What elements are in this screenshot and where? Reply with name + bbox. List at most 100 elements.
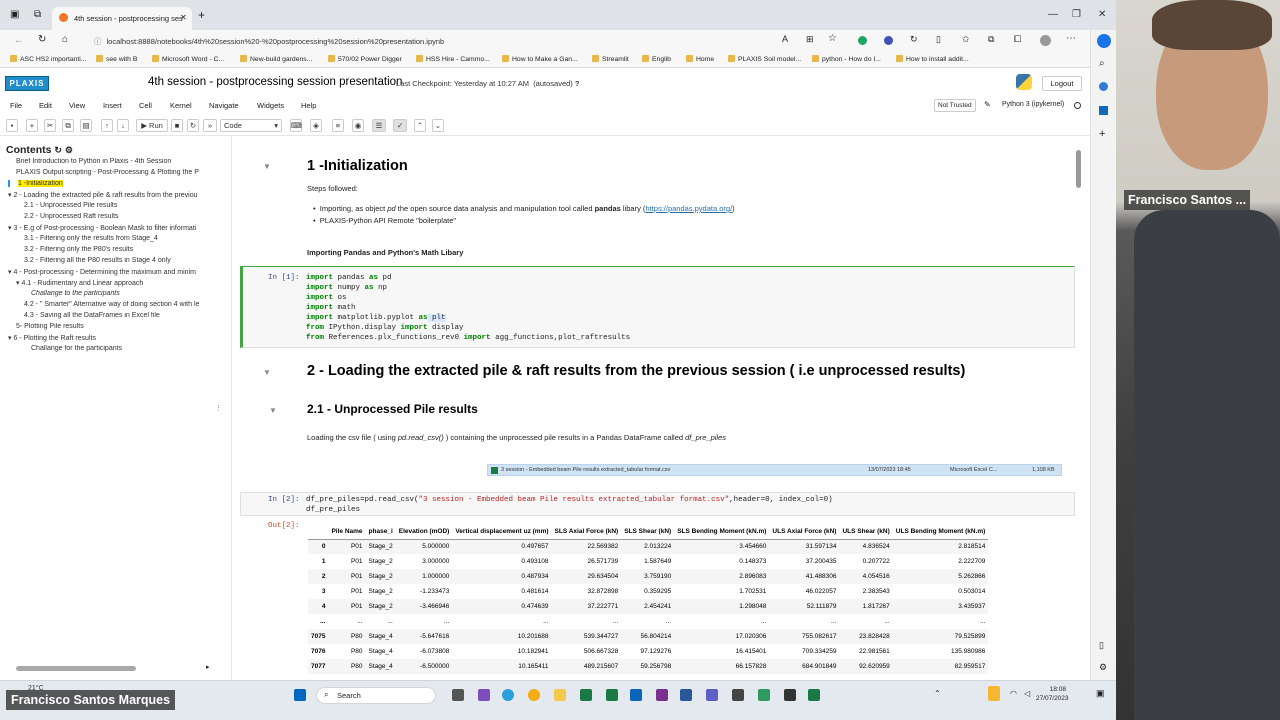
excel-app-icon[interactable] — [580, 689, 592, 701]
volume-icon[interactable]: ◁ — [1024, 689, 1030, 698]
cell-type-select[interactable]: Code ▾ — [220, 119, 282, 132]
menu-insert[interactable]: Insert — [103, 101, 122, 110]
restart-icon[interactable]: ↻ — [187, 119, 199, 132]
save-icon[interactable]: ▪ — [6, 119, 18, 132]
workspaces-icon[interactable]: ▣ — [10, 9, 19, 20]
extensions-icon[interactable]: ⧠ — [1014, 34, 1021, 45]
bookmark-item[interactable]: see with B — [96, 55, 137, 63]
not-trusted-badge[interactable]: Not Trusted — [934, 99, 976, 112]
back-icon[interactable]: ← — [14, 35, 24, 46]
pandas-link[interactable]: https://pandas.pydata.org/ — [645, 204, 732, 213]
notebook-title[interactable]: 4th session - postprocessing session pre… — [148, 76, 402, 88]
app-icon[interactable] — [732, 689, 744, 701]
toc-item[interactable]: ▾ 4 - Post-processing - Determining the … — [8, 268, 222, 276]
refresh-icon[interactable]: ↻ — [38, 34, 46, 45]
bookmark-item[interactable]: ASC HS2 importanti... — [10, 55, 86, 63]
toc-item[interactable]: 2.2 - Unprocessed Raft results — [24, 213, 238, 220]
bing-chat-icon[interactable] — [1097, 34, 1111, 48]
chrome-icon[interactable] — [528, 689, 540, 701]
start-icon[interactable] — [294, 689, 306, 701]
notification-icon[interactable]: ▣ — [1096, 688, 1105, 699]
cut-icon[interactable]: ✂ — [44, 119, 56, 132]
more-menu-icon[interactable]: ⋯ — [1066, 33, 1076, 44]
insert-cell-icon[interactable]: + — [26, 119, 38, 132]
toc-item[interactable]: ▾ 4.1 - Rudimentary and Linear approach — [16, 279, 230, 287]
menu-widgets[interactable]: Widgets — [257, 101, 284, 110]
menu-file[interactable]: File — [10, 101, 22, 110]
favorites-icon[interactable]: ✩ — [962, 34, 970, 45]
app-icon[interactable] — [758, 689, 770, 701]
stop-icon[interactable]: ■ — [171, 119, 183, 132]
bookmark-item[interactable]: Home — [686, 55, 714, 63]
collections-icon[interactable]: ⧉ — [988, 34, 994, 45]
arrow-up-icon[interactable]: ⌃ — [414, 119, 426, 132]
split-screen-icon[interactable]: ▯ — [936, 34, 941, 45]
excel-app-icon-3[interactable] — [808, 689, 820, 701]
minimize-icon[interactable]: — — [1048, 9, 1058, 20]
file-explorer-row[interactable]: 3 session - Embedded beam Pile results e… — [487, 464, 1062, 476]
toc-item[interactable]: ▾ 6 - Plotting the Raft results — [8, 334, 222, 342]
favorite-star-icon[interactable]: ☆ — [828, 33, 837, 44]
toc-item[interactable]: Challange for the participants — [31, 345, 245, 352]
clock-time[interactable]: 18:08 — [1046, 686, 1066, 693]
toc-item[interactable]: 4.3 - Saving all the DataFrames in Excel… — [24, 312, 238, 319]
menu-navigate[interactable]: Navigate — [209, 101, 239, 110]
close-tab-icon[interactable]: ✕ — [180, 13, 187, 22]
plaxis-logo[interactable]: PLAXIS — [5, 76, 49, 91]
scrollbar-thumb[interactable] — [1076, 150, 1081, 188]
explorer-icon[interactable] — [554, 689, 566, 701]
teams-app-icon[interactable] — [706, 689, 718, 701]
address-bar[interactable]: ⓘ localhost:8888/notebooks/4th%20session%… — [86, 33, 776, 49]
eye-icon[interactable]: ◉ — [352, 119, 364, 132]
tray-chevron-icon[interactable]: ⌃ — [934, 689, 941, 698]
scroll-right-icon[interactable]: ▸ — [206, 663, 210, 671]
wifi-icon[interactable]: ◠ — [1010, 689, 1017, 698]
toc-item[interactable]: PLAXIS Output scripting - Post-Processin… — [16, 169, 230, 176]
taskbar-search[interactable]: ⌕ Search — [316, 687, 436, 704]
toc-item[interactable]: 3.1 - Filtering only the results from St… — [24, 235, 238, 242]
home-icon[interactable]: ⌂ — [62, 34, 68, 45]
toc-icon[interactable]: ◈ — [310, 119, 322, 132]
bookmark-item[interactable]: 570/02 Power Digger — [328, 55, 402, 63]
extension-green-icon[interactable] — [858, 36, 867, 45]
bookmark-item[interactable]: Streamlit — [592, 55, 629, 63]
toc-item[interactable]: 5- Plotting Pile results — [16, 323, 230, 330]
excel-app-icon-2[interactable] — [606, 689, 618, 701]
outlook-icon[interactable] — [1099, 106, 1108, 115]
browser-tab-active[interactable]: 4th session - postprocessing ses ✕ — [52, 7, 192, 30]
taskview-icon[interactable] — [452, 689, 464, 701]
collapse-icon[interactable]: ▼ — [263, 368, 271, 377]
extension-refresh-icon[interactable]: ↻ — [910, 34, 918, 45]
translate-icon[interactable]: ⊞ — [806, 34, 814, 45]
toc-item-active[interactable]: 1 -Initialization — [8, 180, 222, 187]
bookmark-item[interactable]: How to Make a Gan... — [502, 55, 578, 63]
edit-pencil-icon[interactable]: ✎ — [984, 100, 991, 109]
toc-item[interactable]: 3.2 - Filtering all the P80 results in S… — [24, 257, 238, 264]
notebook-scrollbar[interactable] — [1074, 146, 1082, 680]
profile-avatar[interactable] — [1040, 35, 1051, 46]
toc-item[interactable]: 3.2 - Filtering only the P80's results — [24, 246, 238, 253]
collapse-icon[interactable]: ▼ — [263, 162, 271, 171]
bookmark-item[interactable]: HSS Hire - Cammo... — [416, 55, 490, 63]
check-icon[interactable]: ✓ — [393, 119, 407, 132]
run-button[interactable]: ▶ Run — [136, 119, 168, 132]
list-icon[interactable]: ≡ — [332, 119, 344, 132]
toc-refresh-icon[interactable]: ↻ — [54, 145, 62, 155]
keyboard-icon[interactable]: ⌨ — [290, 119, 302, 132]
restart-run-icon[interactable]: » — [203, 119, 217, 132]
teams-icon[interactable] — [478, 689, 490, 701]
clock-date[interactable]: 27/07/2023 — [1036, 695, 1069, 702]
mic-icon[interactable] — [988, 686, 1000, 701]
menu-cell[interactable]: Cell — [139, 101, 152, 110]
toc-item[interactable]: Brief Introduction to Python in Plaxis -… — [16, 158, 230, 165]
extension-blue-icon[interactable] — [884, 36, 893, 45]
read-aloud-icon[interactable]: A — [782, 34, 788, 44]
lines-icon[interactable]: ☰ — [372, 119, 386, 132]
toc-item[interactable]: ▾ 2 - Loading the extracted pile & raft … — [8, 191, 222, 199]
menu-kernel[interactable]: Kernel — [170, 101, 192, 110]
toc-item[interactable]: Challange to the participants — [31, 290, 245, 297]
logout-button[interactable]: Logout — [1042, 76, 1082, 91]
edge-icon[interactable] — [502, 689, 514, 701]
toc-settings-icon[interactable]: ⚙ — [65, 145, 73, 155]
maximize-icon[interactable]: ❐ — [1072, 9, 1081, 20]
